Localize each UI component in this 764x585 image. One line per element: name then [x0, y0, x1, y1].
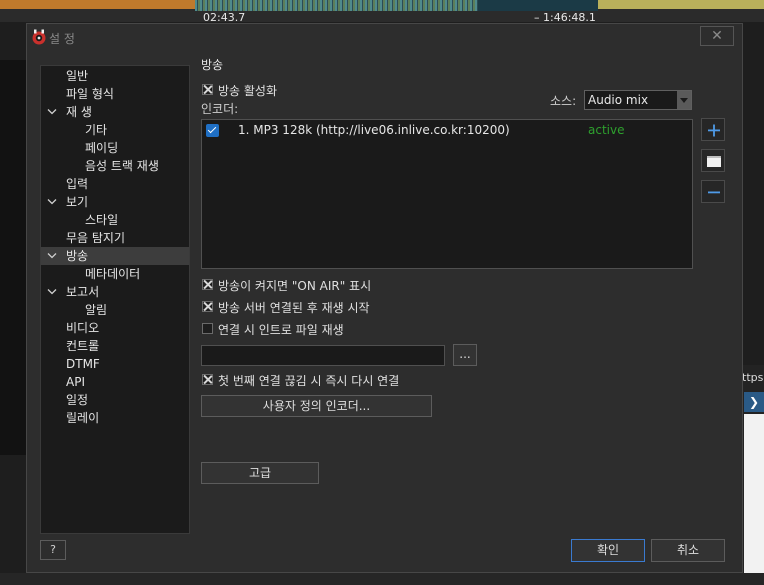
- background-track-bar: [0, 0, 195, 9]
- nav-item[interactable]: API: [41, 373, 189, 391]
- nav-item-label: 음성 트랙 재생: [85, 159, 159, 173]
- nav-item-label: 메타데이터: [85, 267, 141, 281]
- remove-icon: [708, 191, 720, 194]
- autoplay-checkbox[interactable]: [202, 301, 213, 312]
- nav-item[interactable]: 입력: [41, 175, 189, 193]
- encoder-label: 인코더:: [201, 102, 239, 116]
- nav-item-label: 알림: [85, 303, 108, 317]
- encoder-enabled-checkbox[interactable]: [206, 124, 219, 137]
- chevron-down-icon[interactable]: [46, 193, 58, 211]
- nav-item[interactable]: 일반: [41, 67, 189, 85]
- nav-item[interactable]: 방송: [41, 247, 189, 265]
- edit-encoder-button[interactable]: [701, 149, 725, 172]
- nav-item-label: 재 생: [66, 105, 92, 119]
- close-button[interactable]: ✕: [700, 26, 734, 46]
- nav-item[interactable]: 무음 탐지기: [41, 229, 189, 247]
- nav-item-label: 방송: [66, 249, 89, 263]
- nav-item-label: 페이딩: [85, 141, 119, 155]
- nav-item-label: 입력: [66, 177, 89, 191]
- nav-item-label: 보고서: [66, 285, 100, 299]
- add-icon: [708, 124, 720, 137]
- cancel-button[interactable]: 취소: [651, 539, 725, 562]
- edit-icon: [707, 156, 721, 167]
- nav-item[interactable]: 페이딩: [41, 139, 189, 157]
- nav-item[interactable]: 일정: [41, 391, 189, 409]
- ok-button[interactable]: 확인: [571, 539, 645, 562]
- app-logo-icon: [31, 29, 47, 45]
- nav-item-label: 무음 탐지기: [66, 231, 126, 245]
- source-select-value: Audio mix: [588, 93, 649, 107]
- nav-item-label: 파일 형식: [66, 87, 114, 101]
- nav-item[interactable]: 기타: [41, 121, 189, 139]
- nav-item[interactable]: 음성 트랙 재생: [41, 157, 189, 175]
- help-button[interactable]: ?: [40, 540, 66, 560]
- close-icon: ✕: [711, 28, 723, 44]
- reconnect-label[interactable]: 첫 번째 연결 끊김 시 즉시 다시 연결: [218, 372, 399, 389]
- nav-item[interactable]: 스타일: [41, 211, 189, 229]
- on-air-label[interactable]: 방송이 켜지면 "ON AIR" 표시: [218, 277, 371, 294]
- dialog-titlebar[interactable]: 설 정 ✕: [27, 24, 742, 52]
- nav-item[interactable]: 비디오: [41, 319, 189, 337]
- nav-item[interactable]: DTMF: [41, 355, 189, 373]
- nav-item[interactable]: 알림: [41, 301, 189, 319]
- dialog-title: 설 정: [49, 32, 75, 46]
- nav-item-label: 비디오: [66, 321, 100, 335]
- nav-item[interactable]: 보기: [41, 193, 189, 211]
- nav-item-label: 컨트롤: [66, 339, 100, 353]
- settings-nav-tree[interactable]: 일반파일 형식재 생기타페이딩음성 트랙 재생입력보기스타일무음 탐지기방송메타…: [40, 65, 190, 534]
- nav-item[interactable]: 파일 형식: [41, 85, 189, 103]
- enable-broadcast-label[interactable]: 방송 활성화: [218, 82, 277, 99]
- intro-file-checkbox[interactable]: [202, 323, 213, 334]
- reconnect-checkbox[interactable]: [202, 374, 213, 385]
- background-left-panel: [0, 60, 26, 455]
- add-encoder-button[interactable]: [701, 118, 725, 141]
- nav-item-label: 보기: [66, 195, 89, 209]
- background-browser-area: [744, 414, 764, 585]
- remove-encoder-button[interactable]: [701, 180, 725, 203]
- chevron-down-icon[interactable]: [677, 91, 691, 109]
- encoder-list[interactable]: 1. MP3 128k (http://live06.inlive.co.kr:…: [201, 119, 693, 269]
- background-waveform-dark: [478, 0, 598, 11]
- settings-dialog: 설 정 ✕ 일반파일 형식재 생기타페이딩음성 트랙 재생입력보기스타일무음 탐…: [26, 23, 743, 573]
- background-url-snippet: ttps:/: [742, 371, 764, 384]
- background-track-bar-next: [598, 0, 764, 9]
- intro-file-path-input[interactable]: [201, 345, 445, 366]
- chevron-down-icon[interactable]: [46, 103, 58, 121]
- chevron-down-icon[interactable]: [46, 247, 58, 265]
- advanced-button[interactable]: 고급: [201, 462, 319, 484]
- custom-encoder-button[interactable]: 사용자 정의 인코더...: [201, 395, 432, 417]
- nav-item-label: API: [66, 375, 85, 389]
- nav-item[interactable]: 릴레이: [41, 409, 189, 427]
- autoplay-label[interactable]: 방송 서버 연결된 후 재생 시작: [218, 299, 370, 316]
- source-label: 소스:: [550, 94, 577, 108]
- encoder-row[interactable]: 1. MP3 128k (http://live06.inlive.co.kr:…: [202, 120, 692, 140]
- nav-item[interactable]: 메타데이터: [41, 265, 189, 283]
- nav-item-label: 기타: [85, 123, 108, 137]
- nav-item-label: 릴레이: [66, 411, 100, 425]
- nav-item-label: 일정: [66, 393, 89, 407]
- background-next-button[interactable]: ❯: [744, 392, 764, 412]
- page-title: 방송: [201, 58, 224, 72]
- intro-file-label[interactable]: 연결 시 인트로 파일 재생: [218, 321, 344, 338]
- encoder-status: active: [588, 123, 625, 137]
- background-bottom-bar: [0, 573, 764, 585]
- nav-item[interactable]: 컨트롤: [41, 337, 189, 355]
- nav-item[interactable]: 재 생: [41, 103, 189, 121]
- enable-broadcast-checkbox[interactable]: [202, 84, 213, 95]
- nav-item-label: 스타일: [85, 213, 119, 227]
- chevron-down-icon[interactable]: [46, 283, 58, 301]
- nav-item-label: 일반: [66, 69, 89, 83]
- nav-item[interactable]: 보고서: [41, 283, 189, 301]
- browse-button[interactable]: ...: [453, 344, 477, 366]
- source-select[interactable]: Audio mix: [584, 90, 692, 110]
- on-air-checkbox[interactable]: [202, 279, 213, 290]
- nav-item-label: DTMF: [66, 357, 100, 371]
- encoder-name: 1. MP3 128k (http://live06.inlive.co.kr:…: [238, 123, 510, 137]
